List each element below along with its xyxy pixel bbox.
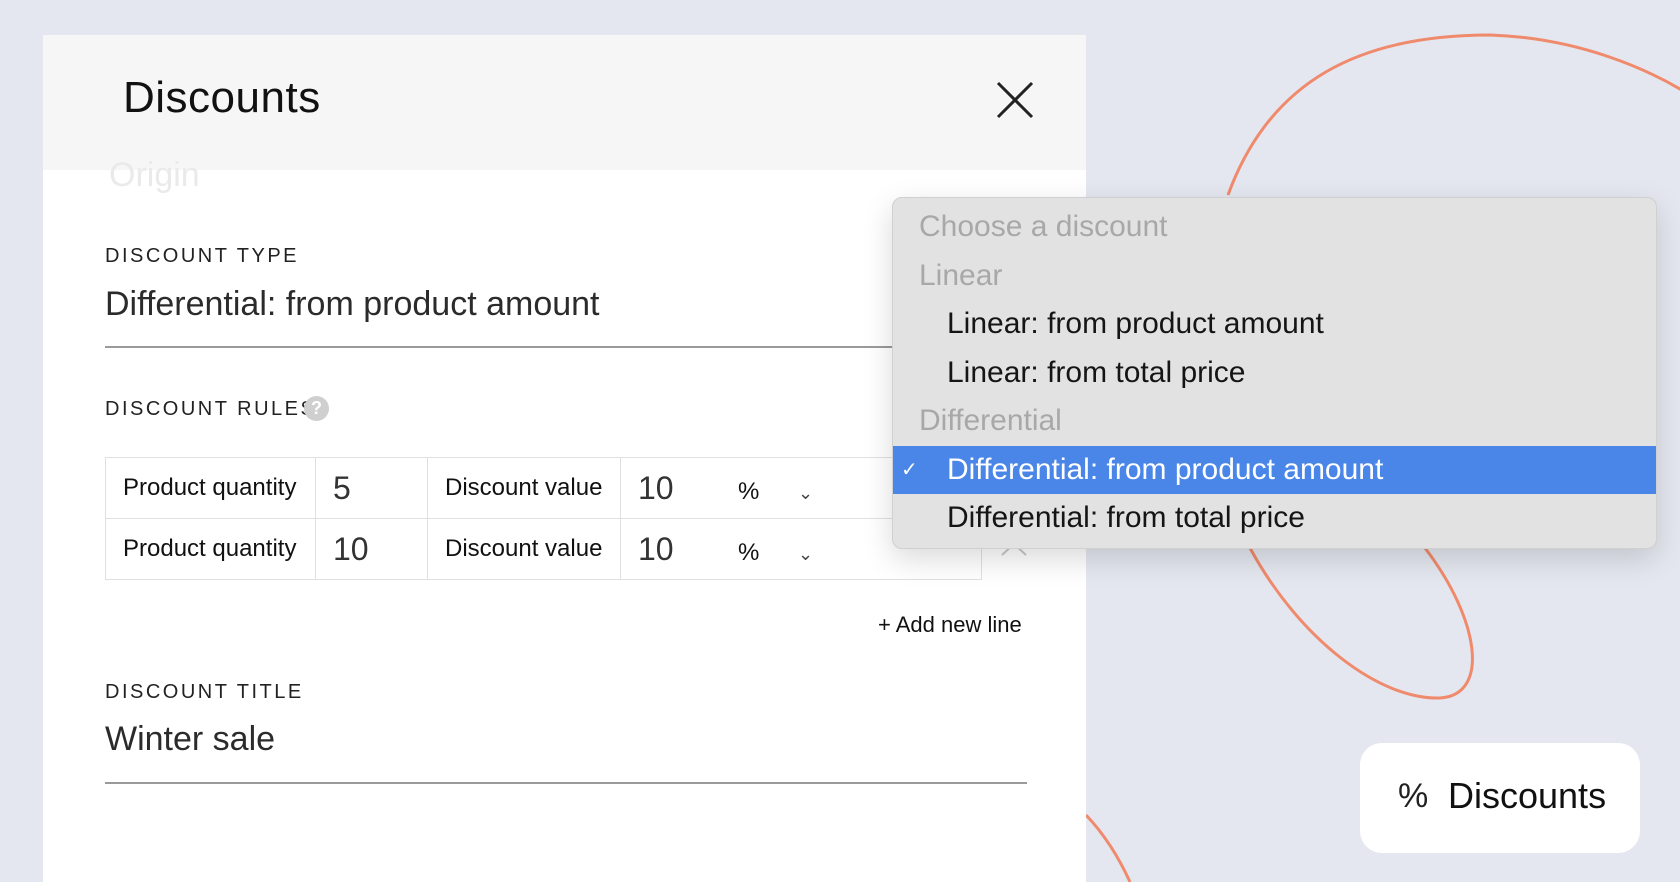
add-new-line-button[interactable]: + Add new line xyxy=(878,612,1022,638)
dropdown-option-differential-total-price[interactable]: Differential: from total price xyxy=(893,494,1656,543)
discount-type-select[interactable]: Differential: from product amount xyxy=(105,285,600,324)
panel-title: Discounts xyxy=(123,73,321,122)
dropdown-option-differential-product-amount[interactable]: ✓ Differential: from product amount xyxy=(893,445,1656,494)
unit-select[interactable]: % xyxy=(738,478,798,506)
discount-type-label: DISCOUNT TYPE xyxy=(105,245,300,267)
dropdown-option-linear-product-amount[interactable]: Linear: from product amount xyxy=(893,300,1656,349)
checkmark-icon: ✓ xyxy=(901,458,918,481)
badge-label: Discounts xyxy=(1448,775,1607,816)
value-input[interactable]: 10 xyxy=(638,470,738,507)
close-button[interactable] xyxy=(995,80,1035,120)
dropdown-option-label: Differential: from product amount xyxy=(947,452,1384,486)
table-row: Product quantity 5 Discount value 10% ⌄ xyxy=(105,457,982,519)
dropdown-option-linear-total-price[interactable]: Linear: from total price xyxy=(893,349,1656,398)
discount-title-input[interactable]: Winter sale xyxy=(105,720,275,759)
discount-type-dropdown: Choose a discount Linear Linear: from pr… xyxy=(892,197,1657,549)
qty-input[interactable]: 5 xyxy=(315,457,428,519)
chevron-down-icon[interactable]: ⌄ xyxy=(798,483,813,504)
panel-header: Discounts xyxy=(43,35,1086,170)
value-label: Discount value xyxy=(427,457,621,519)
qty-label: Product quantity xyxy=(105,518,316,580)
value-input[interactable]: 10 xyxy=(638,531,738,568)
value-label: Discount value xyxy=(427,518,621,580)
close-icon xyxy=(996,81,1034,119)
discount-rules-label: DISCOUNT RULES xyxy=(105,398,317,420)
percent-icon: % xyxy=(1398,777,1429,815)
chevron-down-icon[interactable]: ⌄ xyxy=(798,544,813,565)
dropdown-group-linear: Linear xyxy=(919,258,1003,292)
dropdown-group-differential: Differential xyxy=(919,404,1062,437)
table-row: Product quantity 10 Discount value 10% ⌄ xyxy=(105,518,982,580)
help-icon[interactable]: ? xyxy=(304,396,329,421)
qty-label: Product quantity xyxy=(105,457,316,519)
scrolled-ghost-text: Origin xyxy=(109,156,200,194)
discount-type-underline xyxy=(105,346,895,348)
dropdown-placeholder: Choose a discount xyxy=(919,210,1168,243)
discount-rules-table: Product quantity 5 Discount value 10% ⌄ P… xyxy=(105,457,982,580)
qty-input[interactable]: 10 xyxy=(315,518,428,580)
discount-title-label: DISCOUNT TITLE xyxy=(105,681,304,703)
discounts-badge[interactable]: % Discounts xyxy=(1360,743,1640,853)
discount-title-underline xyxy=(105,782,1027,784)
unit-select[interactable]: % xyxy=(738,539,798,567)
